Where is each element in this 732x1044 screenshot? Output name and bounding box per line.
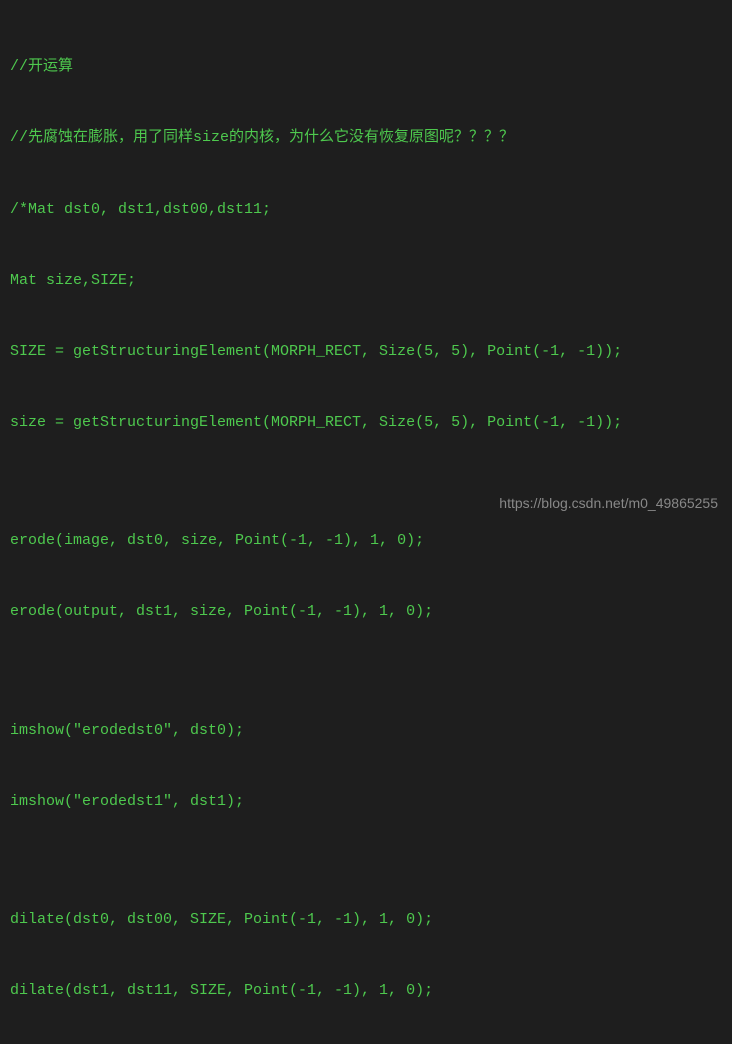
code-line: Mat size,SIZE;	[10, 269, 722, 293]
code-line: erode(output, dst1, size, Point(-1, -1),…	[10, 600, 722, 624]
code-line: /*Mat dst0, dst1,dst00,dst11;	[10, 198, 722, 222]
watermark-text: https://blog.csdn.net/m0_49865255	[499, 492, 718, 514]
code-line: imshow("erodedst0", dst0);	[10, 719, 722, 743]
code-line: size = getStructuringElement(MORPH_RECT,…	[10, 411, 722, 435]
code-line: dilate(dst1, dst11, SIZE, Point(-1, -1),…	[10, 979, 722, 1003]
code-line: erode(image, dst0, size, Point(-1, -1), …	[10, 529, 722, 553]
code-line: //先腐蚀在膨胀，用了同样size的内核，为什么它没有恢复原图呢？？？？	[10, 126, 722, 150]
code-line: imshow("erodedst1", dst1);	[10, 790, 722, 814]
code-line: dilate(dst0, dst00, SIZE, Point(-1, -1),…	[10, 908, 722, 932]
code-line: SIZE = getStructuringElement(MORPH_RECT,…	[10, 340, 722, 364]
code-block: //开运算 //先腐蚀在膨胀，用了同样size的内核，为什么它没有恢复原图呢？？…	[10, 8, 722, 1044]
code-line: //开运算	[10, 55, 722, 79]
